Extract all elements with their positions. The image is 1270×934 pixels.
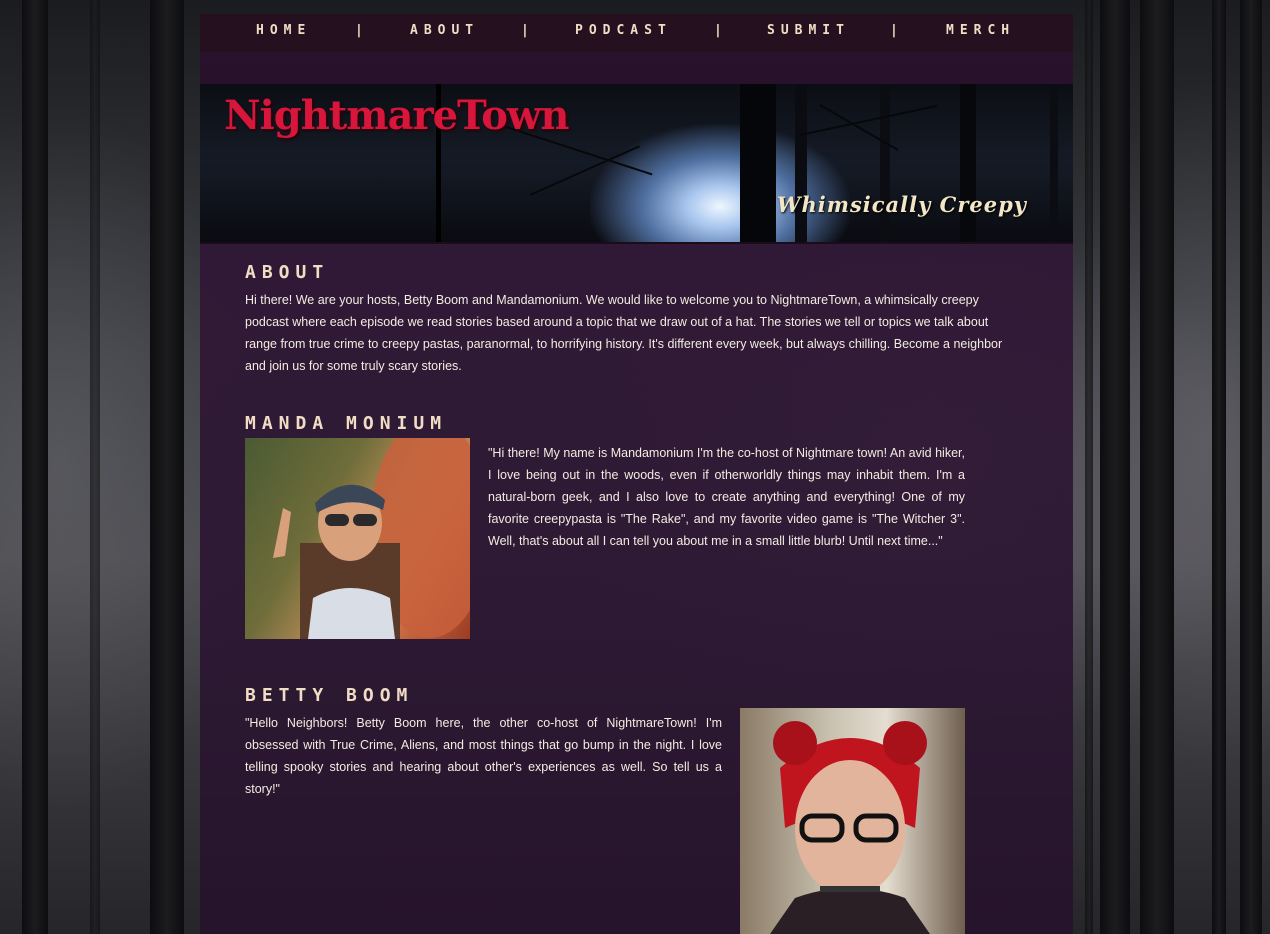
about-heading: ABOUT	[245, 262, 330, 283]
site-container: HOME | ABOUT | PODCAST | SUBMIT | MERCH …	[200, 14, 1073, 934]
nav-separator: |	[890, 23, 898, 38]
manda-photo	[245, 438, 470, 639]
nav-separator: |	[714, 23, 722, 38]
top-navigation: HOME | ABOUT | PODCAST | SUBMIT | MERCH	[200, 14, 1073, 53]
manda-heading: MANDA MONIUM	[245, 413, 448, 434]
site-logo-title[interactable]: NightmareTown	[224, 92, 569, 139]
nav-about-link[interactable]: ABOUT	[410, 23, 479, 38]
nav-separator: |	[355, 23, 363, 38]
header-banner: NightmareTown Whimsically Creepy	[200, 84, 1073, 244]
nav-separator: |	[521, 23, 529, 38]
nav-merch-link[interactable]: MERCH	[946, 23, 1015, 38]
nav-podcast-link[interactable]: PODCAST	[575, 23, 672, 38]
betty-photo	[740, 708, 965, 934]
about-text: Hi there! We are your hosts, Betty Boom …	[245, 293, 1003, 373]
site-tagline: Whimsically Creepy	[776, 192, 1027, 217]
nav-spacer-strip	[200, 52, 1073, 85]
nav-submit-link[interactable]: SUBMIT	[767, 23, 850, 38]
betty-heading: BETTY BOOM	[245, 685, 414, 706]
betty-bio: "Hello Neighbors! Betty Boom here, the o…	[245, 716, 722, 796]
nav-home-link[interactable]: HOME	[256, 23, 311, 38]
manda-bio: "Hi there! My name is Mandamonium I'm th…	[488, 446, 965, 548]
